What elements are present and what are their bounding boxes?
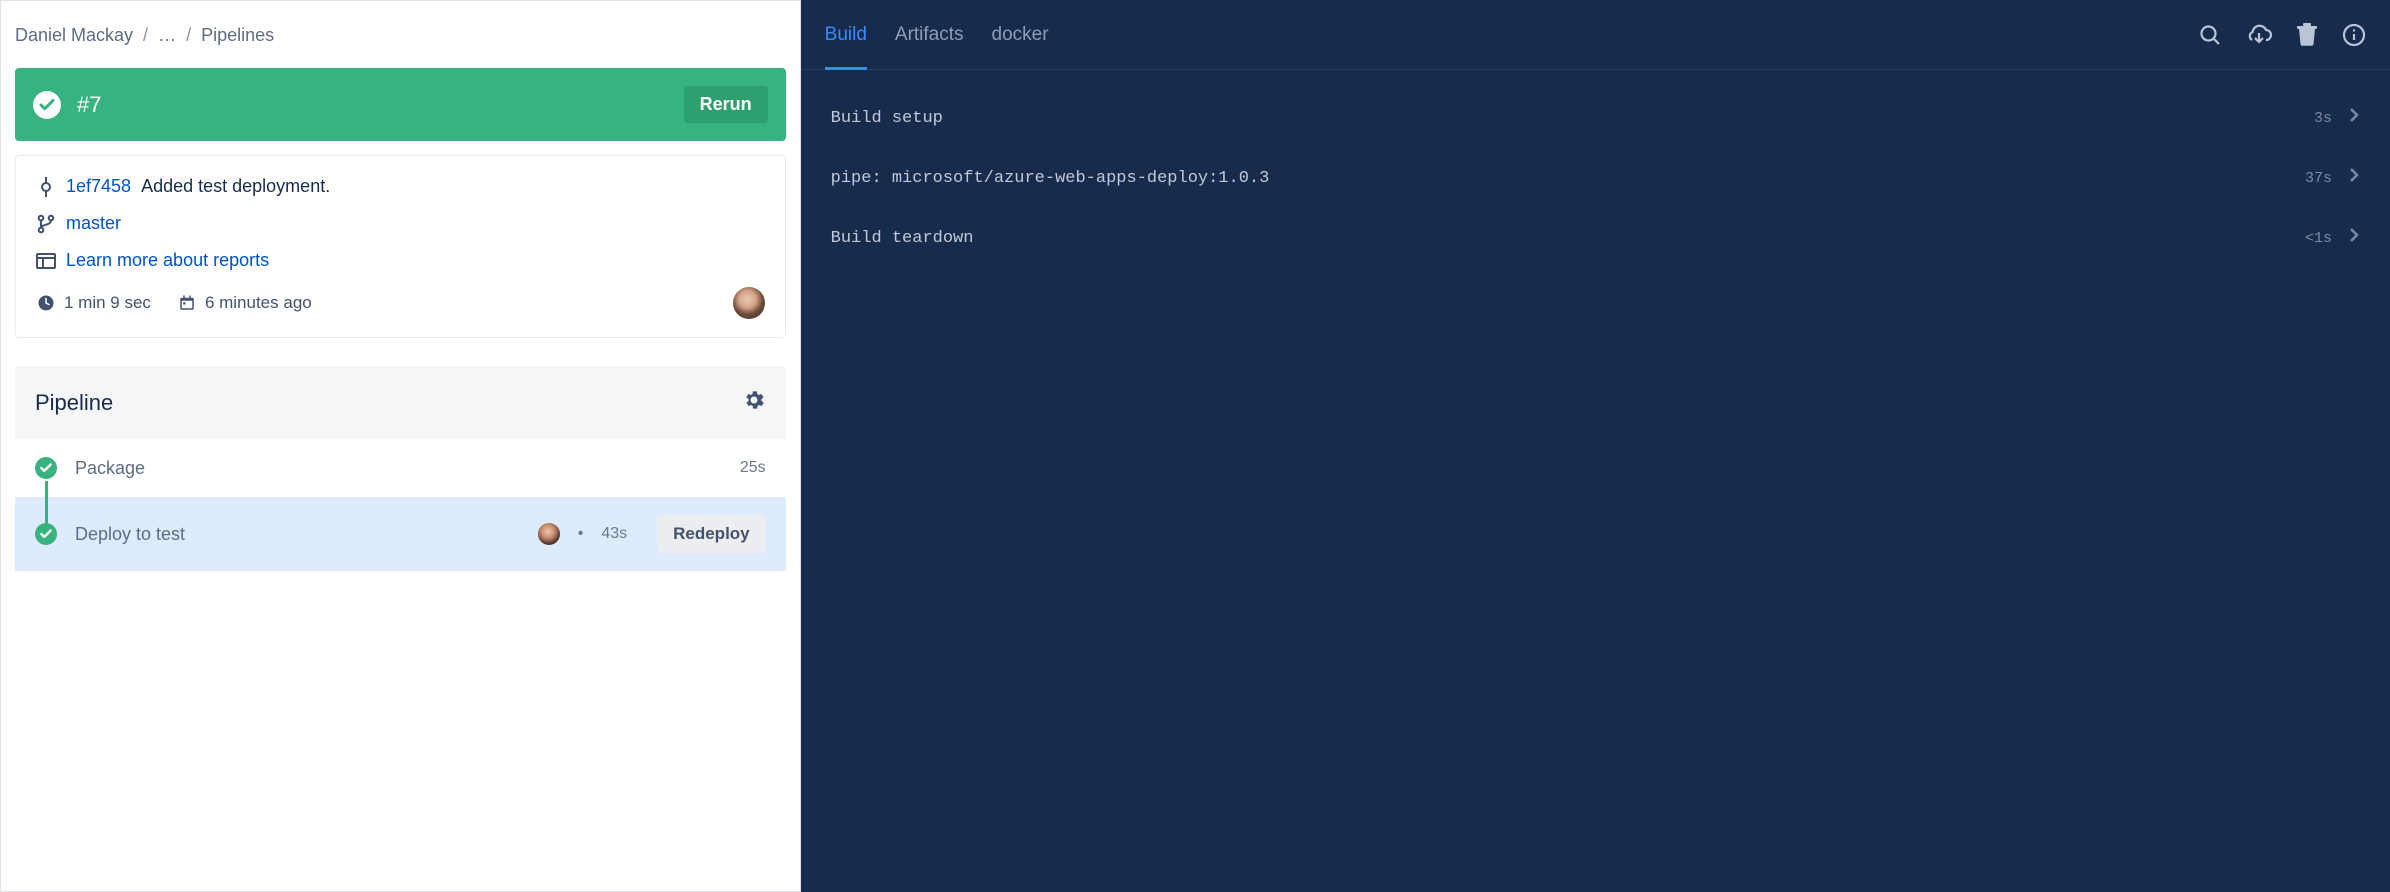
breadcrumb-sep: / [143, 25, 148, 46]
log-area: Build setup 3s pipe: microsoft/azure-web… [801, 70, 2390, 892]
breadcrumb-ellipsis[interactable]: … [158, 25, 176, 46]
avatar[interactable] [538, 523, 560, 545]
pipeline-section: Pipeline Package 25s Deploy to test • [15, 366, 786, 571]
log-time: 37s [2305, 170, 2332, 187]
relative-time-text: 6 minutes ago [205, 293, 312, 313]
rerun-button[interactable]: Rerun [684, 86, 768, 123]
breadcrumb-owner[interactable]: Daniel Mackay [15, 25, 133, 46]
search-icon[interactable] [2198, 23, 2222, 47]
run-number: #7 [77, 92, 668, 118]
reports-link[interactable]: Learn more about reports [66, 250, 269, 271]
tab-docker[interactable]: docker [992, 0, 1049, 69]
breadcrumb: Daniel Mackay / … / Pipelines [15, 1, 786, 68]
tab-artifacts[interactable]: Artifacts [895, 0, 964, 69]
commit-message: Added test deployment. [141, 176, 330, 197]
calendar-icon [177, 293, 197, 313]
chevron-right-icon [2348, 166, 2360, 190]
summary-card: 1ef7458 Added test deployment. master Le… [15, 155, 786, 338]
branch-icon [36, 214, 56, 234]
log-row[interactable]: Build setup 3s [825, 88, 2366, 148]
breadcrumb-sep: / [186, 25, 191, 46]
log-time: 3s [2314, 110, 2332, 127]
reports-icon [36, 251, 56, 271]
gear-icon[interactable] [742, 388, 766, 417]
dot-separator: • [578, 525, 584, 543]
log-row[interactable]: pipe: microsoft/azure-web-apps-deploy:1.… [825, 148, 2366, 208]
stage-time: 25s [740, 459, 766, 477]
log-row[interactable]: Build teardown <1s [825, 208, 2366, 268]
stage-deploy-to-test[interactable]: Deploy to test • 43s Redeploy [15, 497, 786, 571]
stage-label: Package [75, 458, 722, 479]
commit-icon [36, 177, 56, 197]
stage-time: 43s [601, 525, 627, 543]
chevron-right-icon [2348, 106, 2360, 130]
breadcrumb-current[interactable]: Pipelines [201, 25, 274, 46]
stage-package[interactable]: Package 25s [15, 439, 786, 497]
clock-icon [36, 293, 56, 313]
status-success-icon [35, 523, 57, 545]
pipeline-section-title: Pipeline [35, 390, 742, 416]
tab-build[interactable]: Build [825, 0, 867, 69]
duration-text: 1 min 9 sec [64, 293, 151, 313]
branch-link[interactable]: master [66, 213, 121, 234]
tabs-bar: Build Artifacts docker [801, 0, 2390, 70]
status-success-icon [33, 91, 61, 119]
log-text: Build setup [831, 109, 2314, 128]
chevron-right-icon [2348, 226, 2360, 250]
download-cloud-icon[interactable] [2246, 23, 2272, 47]
avatar[interactable] [733, 287, 765, 319]
commit-hash-link[interactable]: 1ef7458 [66, 176, 131, 197]
log-time: <1s [2305, 230, 2332, 247]
log-text: pipe: microsoft/azure-web-apps-deploy:1.… [831, 169, 2305, 188]
stage-label: Deploy to test [75, 524, 520, 545]
status-success-icon [35, 457, 57, 479]
log-text: Build teardown [831, 229, 2305, 248]
trash-icon[interactable] [2296, 23, 2318, 47]
stage-connector [45, 481, 48, 529]
redeploy-button[interactable]: Redeploy [657, 515, 766, 553]
info-icon[interactable] [2342, 23, 2366, 47]
run-header: #7 Rerun [15, 68, 786, 141]
